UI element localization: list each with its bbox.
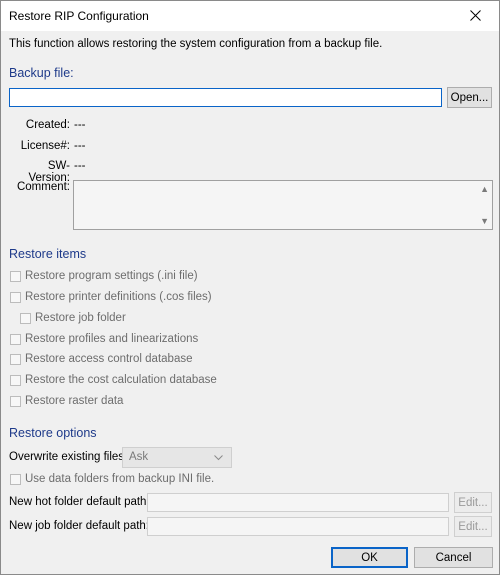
restore-job-folder-checkbox[interactable]: Restore job folder	[20, 312, 126, 324]
chevron-down-icon	[214, 455, 223, 461]
license-label: License#:	[20, 140, 70, 152]
restore-program-settings-checkbox[interactable]: Restore program settings (.ini file)	[10, 270, 198, 282]
created-value: ---	[74, 119, 86, 131]
hot-folder-path-input[interactable]	[147, 493, 449, 512]
license-value: ---	[74, 140, 86, 152]
title-bar: Restore RIP Configuration	[1, 1, 499, 31]
restore-access-control-checkbox[interactable]: Restore access control database	[10, 353, 192, 365]
checkbox-label: Use data folders from backup INI file.	[25, 473, 215, 485]
open-button[interactable]: Open...	[447, 87, 492, 108]
ok-button[interactable]: OK	[331, 547, 408, 568]
restore-options-section-title: Restore options	[9, 426, 97, 440]
description-text: This function allows restoring the syste…	[9, 38, 383, 50]
hot-folder-edit-button[interactable]: Edit...	[454, 492, 492, 513]
created-label: Created:	[25, 119, 70, 131]
close-button[interactable]	[453, 1, 499, 31]
close-icon	[470, 10, 481, 21]
checkbox-box[interactable]	[10, 291, 21, 303]
overwrite-select[interactable]: Ask	[122, 447, 232, 468]
overwrite-select-value: Ask	[129, 451, 149, 463]
job-folder-label: New job folder default path:	[9, 520, 150, 532]
window-title: Restore RIP Configuration	[9, 9, 149, 23]
cancel-button[interactable]: Cancel	[414, 547, 493, 568]
comment-label: Comment:	[16, 181, 70, 193]
hot-folder-label: New hot folder default path:	[9, 496, 150, 508]
backup-file-section-title: Backup file:	[9, 66, 74, 80]
scroll-down-icon[interactable]: ▼	[480, 216, 489, 226]
sw-version-value: ---	[74, 160, 86, 172]
checkbox-label: Restore access control database	[25, 353, 193, 365]
job-folder-path-input[interactable]	[147, 517, 449, 536]
checkbox-box[interactable]	[10, 333, 21, 345]
checkbox-label: Restore profiles and linearizations	[25, 333, 199, 345]
scroll-up-icon[interactable]: ▲	[480, 184, 489, 194]
comment-textarea[interactable]: ▲ ▼	[73, 180, 493, 230]
restore-items-section-title: Restore items	[9, 247, 87, 261]
checkbox-label: Restore raster data	[25, 395, 124, 407]
checkbox-label: Restore job folder	[35, 312, 126, 324]
restore-raster-data-checkbox[interactable]: Restore raster data	[10, 395, 123, 407]
use-data-folders-checkbox[interactable]: Use data folders from backup INI file.	[10, 473, 214, 485]
overwrite-label: Overwrite existing files:	[9, 451, 128, 463]
checkbox-box[interactable]	[10, 353, 21, 365]
checkbox-box[interactable]	[20, 312, 31, 324]
checkbox-box[interactable]	[10, 473, 21, 485]
checkbox-box[interactable]	[10, 270, 21, 282]
checkbox-label: Restore program settings (.ini file)	[25, 270, 198, 282]
backup-file-input[interactable]	[9, 88, 442, 107]
restore-printer-definitions-checkbox[interactable]: Restore printer definitions (.cos files)	[10, 291, 212, 303]
checkbox-label: Restore printer definitions (.cos files)	[25, 291, 212, 303]
restore-profiles-checkbox[interactable]: Restore profiles and linearizations	[10, 333, 198, 345]
checkbox-box[interactable]	[10, 374, 21, 386]
restore-dialog: Restore RIP Configuration This function …	[0, 0, 500, 575]
restore-cost-calculation-checkbox[interactable]: Restore the cost calculation database	[10, 374, 217, 386]
checkbox-box[interactable]	[10, 395, 21, 407]
job-folder-edit-button[interactable]: Edit...	[454, 516, 492, 537]
checkbox-label: Restore the cost calculation database	[25, 374, 217, 386]
